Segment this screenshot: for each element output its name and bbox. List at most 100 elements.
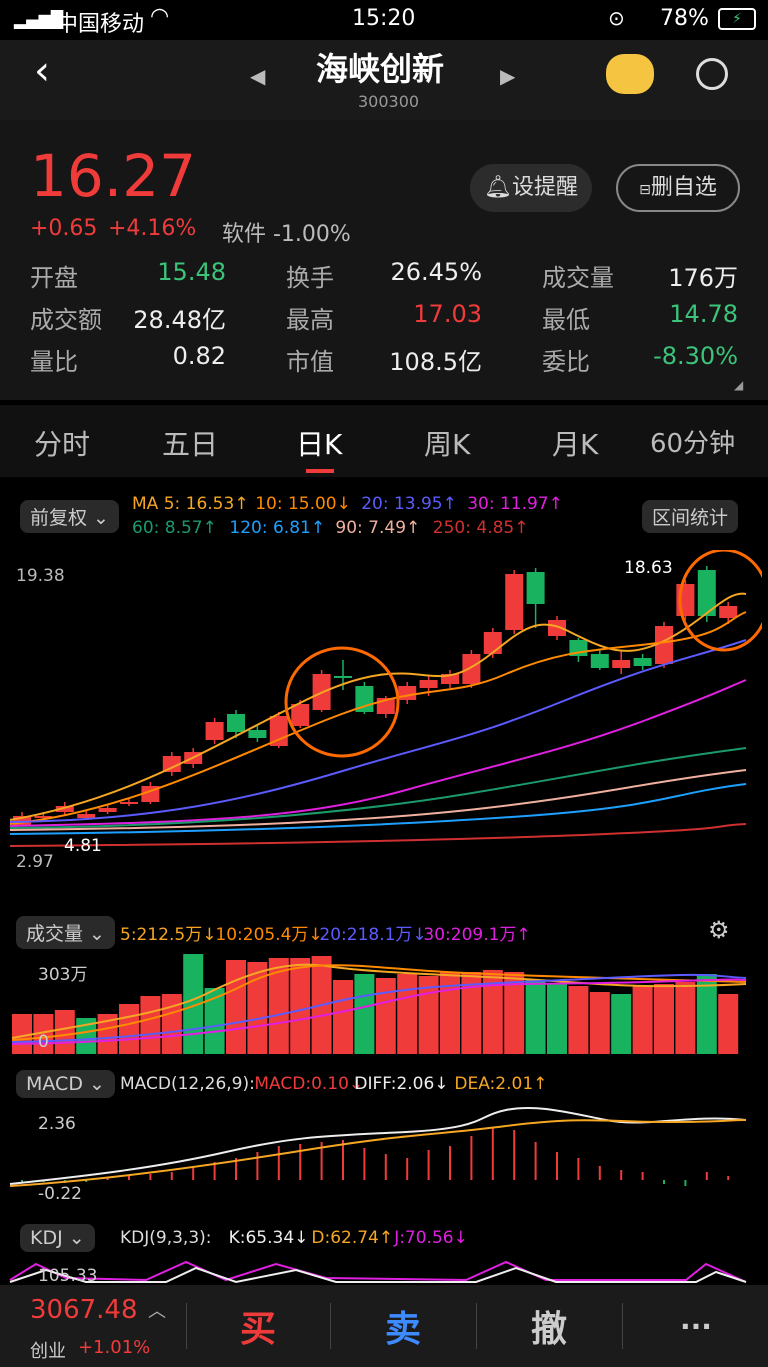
battery-icon: ⚡: [718, 8, 756, 30]
kdj-top-label: 105.33: [38, 1266, 98, 1286]
legend-item: J:70.56↓: [394, 1228, 468, 1248]
stat-label: 量比: [30, 348, 78, 376]
more-button[interactable]: ···: [624, 1285, 768, 1367]
quote-panel: 16.27 +0.65 +4.16% 软件 -1.00% 🔔︎设提醒 ⊟删自选 …: [0, 120, 768, 400]
active-tab-indicator: [306, 469, 334, 473]
tab-monthly-k[interactable]: 月K: [552, 423, 598, 463]
volume-chart: [11, 954, 747, 1054]
index-pct: +1.01%: [78, 1337, 151, 1358]
divider: [186, 1303, 187, 1349]
volume-bar: [54, 1010, 75, 1054]
set-reminder-button[interactable]: 🔔︎设提醒: [470, 164, 592, 212]
tab-5day[interactable]: 五日: [162, 423, 218, 463]
volume-bar: [226, 960, 246, 1054]
volume-bar: [119, 1004, 139, 1054]
legend-item: 30: 11.97↑: [467, 494, 563, 514]
volume-top-label: 303万: [38, 965, 88, 985]
sector-link[interactable]: 软件 -1.00%: [222, 216, 351, 248]
stat-value: 176万: [668, 264, 738, 292]
volume-bar: [525, 980, 546, 1054]
volume-bar: [632, 986, 653, 1054]
high-marker-label: 18.63: [624, 558, 673, 578]
kdj-label: KDJ: [30, 1227, 63, 1249]
divider: [476, 1303, 477, 1349]
volume-bar: [440, 972, 460, 1054]
macd-dropdown[interactable]: MACD ⌄: [16, 1070, 115, 1098]
stat-label: 市值: [286, 348, 334, 376]
legend-item: D:62.74↑: [311, 1228, 394, 1248]
tab-daily-k[interactable]: 日K: [296, 423, 342, 463]
volume-bar: [718, 994, 739, 1054]
macd-label: MACD: [26, 1073, 83, 1095]
volume-bar: [397, 974, 418, 1054]
buy-button[interactable]: 买: [188, 1285, 328, 1367]
search-icon[interactable]: [696, 58, 728, 90]
price-low-axis-label: 2.97: [16, 852, 54, 872]
kdj-dropdown[interactable]: KDJ ⌄: [20, 1224, 95, 1252]
legend-item: 250: 4.85↑: [432, 518, 529, 538]
next-stock-icon[interactable]: ▶: [500, 64, 515, 88]
macd-bottom-label: -0.22: [38, 1184, 82, 1204]
candle-body: [120, 802, 138, 804]
macd-line: [9, 1119, 747, 1187]
stat-value: 17.03: [413, 300, 482, 328]
divider: [330, 1303, 331, 1349]
volume-bar: [140, 996, 161, 1054]
index-value[interactable]: 3067.48: [30, 1295, 138, 1325]
candle-body: [205, 722, 224, 740]
mascot-icon[interactable]: [606, 54, 654, 94]
macd-line: [9, 1106, 747, 1185]
tab-weekly-k[interactable]: 周K: [424, 423, 470, 463]
volume-bar: [333, 980, 353, 1054]
alarm-icon: ⊙: [608, 6, 625, 30]
legend-item: 20:218.1万↓: [319, 925, 427, 945]
stat-label: 委比: [542, 348, 590, 376]
stat-label: 成交额: [30, 306, 102, 334]
volume-zero-label: 0: [38, 1032, 49, 1052]
tab-60min[interactable]: 60分钟: [650, 423, 735, 460]
stat-value: 28.48亿: [133, 306, 226, 334]
stat-label: 成交量: [542, 264, 614, 292]
candle-body: [505, 574, 524, 630]
legend-item: MA 5: 16.53↑: [132, 494, 249, 514]
volume-dropdown[interactable]: 成交量 ⌄: [16, 916, 115, 949]
volume-bar: [547, 984, 567, 1054]
prev-stock-icon[interactable]: ◀: [250, 64, 265, 88]
volume-bar: [675, 982, 696, 1054]
divider: [622, 1303, 623, 1349]
kdj-line: [9, 1260, 747, 1283]
chevron-up-icon[interactable]: ︿: [148, 1297, 166, 1323]
legend-item: 10: 15.00↓: [255, 494, 351, 514]
bell-icon: 🔔︎: [484, 175, 512, 200]
kdj-chart: [9, 1260, 747, 1284]
candle-body: [77, 814, 96, 818]
macd-chart: [9, 1106, 747, 1187]
stat-value: 108.5亿: [389, 348, 482, 376]
settings-icon[interactable]: ⚙: [708, 916, 730, 944]
sell-button[interactable]: 卖: [332, 1285, 474, 1367]
remove-favorite-button[interactable]: ⊟删自选: [616, 164, 740, 212]
stock-name: 海峡创新: [316, 50, 445, 88]
stock-code: 300300: [358, 92, 420, 111]
minus-square-icon: ⊟: [639, 182, 651, 198]
moving-average-line: [9, 611, 747, 825]
macd-top-label: 2.36: [38, 1114, 76, 1134]
cancel-order-button[interactable]: 撤: [478, 1285, 620, 1367]
candlestick-chart[interactable]: [6, 550, 762, 900]
back-icon[interactable]: ‹: [34, 48, 50, 94]
stat-label: 开盘: [30, 264, 78, 292]
stat-value: 15.48: [157, 258, 226, 286]
candle-body: [248, 730, 267, 738]
candle-body: [633, 658, 652, 666]
range-stats-button[interactable]: 区间统计: [642, 500, 739, 533]
stat-value: 26.45%: [390, 258, 482, 286]
tab-minute[interactable]: 分时: [34, 423, 90, 463]
expand-corner-icon[interactable]: ◢: [734, 378, 743, 392]
candle-body: [719, 606, 738, 618]
candle-body: [590, 654, 609, 668]
index-name: 创业: [30, 1341, 66, 1362]
candle-body: [655, 626, 673, 664]
volume-bar: [161, 994, 182, 1054]
stat-label: 换手: [286, 264, 334, 292]
adjust-dropdown[interactable]: 前复权 ⌄: [20, 500, 119, 533]
